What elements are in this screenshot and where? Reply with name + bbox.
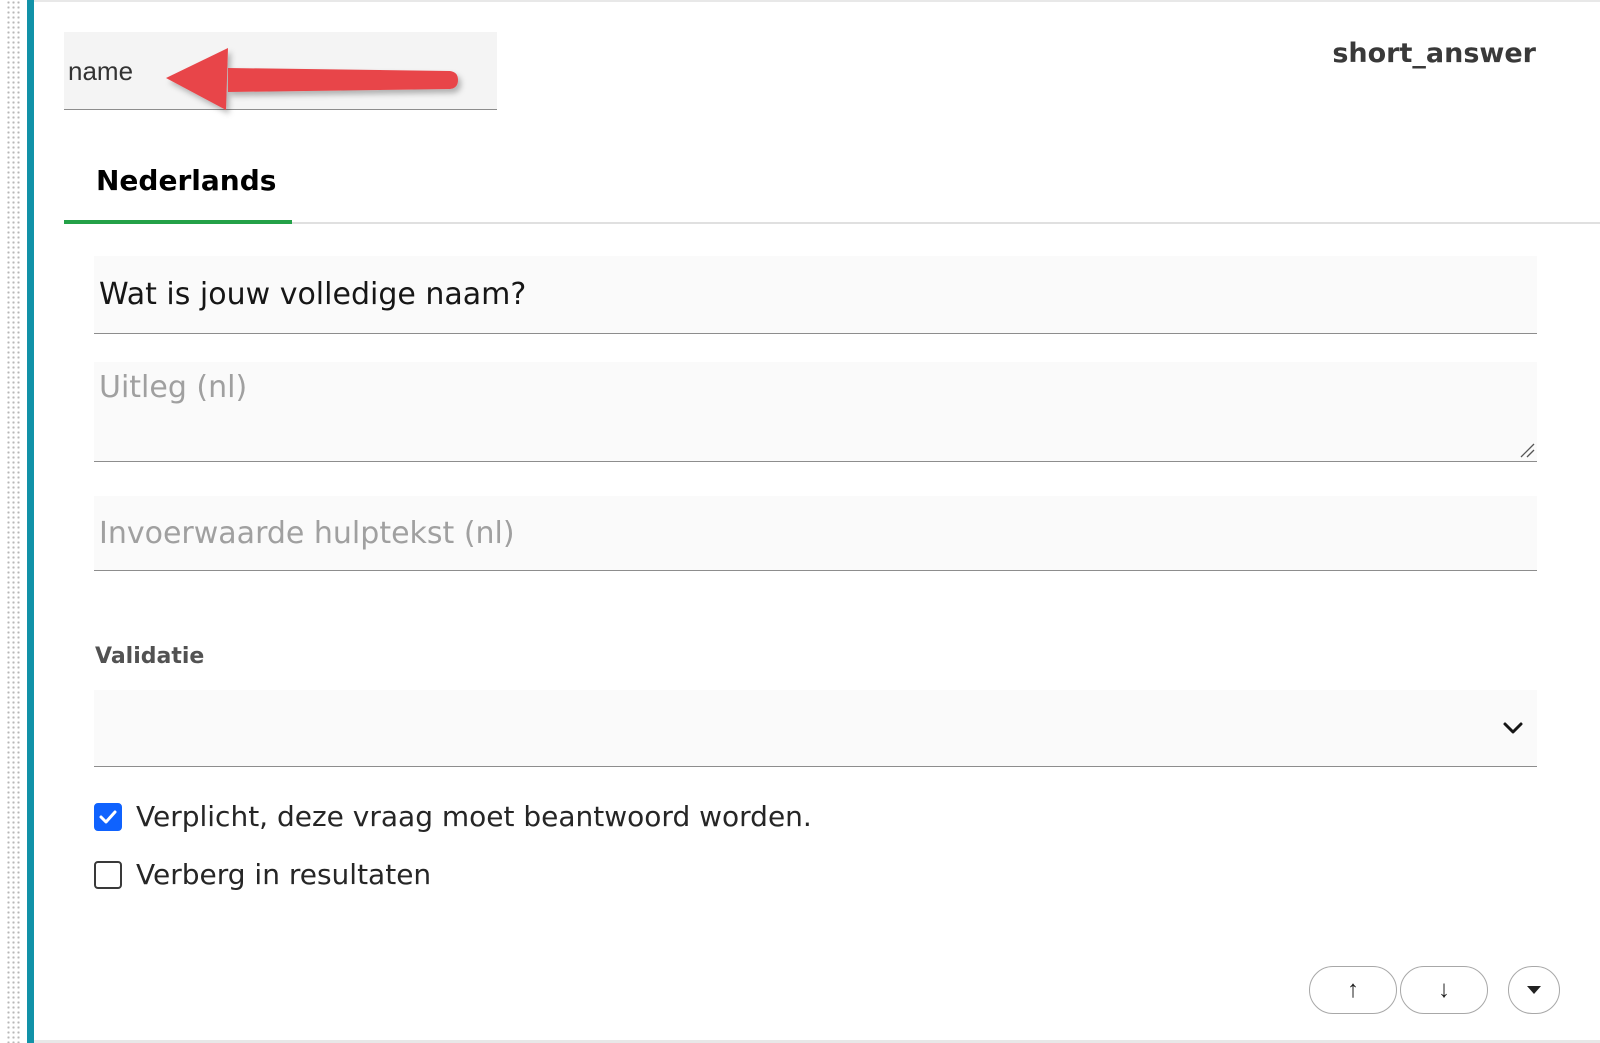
question-name-value: name	[68, 56, 134, 86]
question-editor-card: name short_answer Nederlands Validatie	[0, 0, 1600, 1043]
card-top-border	[34, 0, 1600, 2]
resize-grip-icon[interactable]	[1519, 442, 1535, 458]
arrow-up-icon: ↑	[1347, 976, 1359, 1003]
tab-active-indicator	[64, 220, 292, 224]
active-accent-bar	[27, 0, 34, 1043]
drag-handle[interactable]	[6, 0, 22, 1043]
move-up-button[interactable]: ↑	[1309, 966, 1397, 1014]
annotation-arrow-icon	[166, 48, 458, 110]
tab-nederlands[interactable]: Nederlands	[64, 150, 292, 224]
tabs-divider	[64, 222, 1600, 224]
move-down-button[interactable]: ↓	[1400, 966, 1488, 1014]
tab-label: Nederlands	[96, 164, 277, 197]
more-options-button[interactable]	[1508, 966, 1560, 1014]
checkmark-icon	[99, 810, 117, 823]
hide-in-results-checkbox[interactable]	[94, 860, 122, 889]
hide-in-results-checkbox-row[interactable]: Verberg in resultaten	[94, 858, 431, 891]
question-type-label: short_answer	[1332, 38, 1536, 69]
required-checkbox-row[interactable]: Verplicht, deze vraag moet beantwoord wo…	[94, 800, 812, 833]
caret-down-icon	[1527, 986, 1541, 994]
arrow-down-icon: ↓	[1438, 976, 1450, 1003]
helptext-input[interactable]	[94, 496, 1537, 571]
required-checkbox-label: Verplicht, deze vraag moet beantwoord wo…	[136, 800, 812, 833]
question-text-input[interactable]	[94, 256, 1537, 334]
hide-in-results-label: Verberg in resultaten	[136, 858, 432, 891]
validation-label: Validatie	[95, 644, 205, 669]
explanation-textarea[interactable]	[94, 362, 1537, 462]
validation-select[interactable]	[94, 690, 1537, 767]
required-checkbox[interactable]	[94, 802, 122, 831]
chevron-down-icon	[1503, 722, 1523, 734]
